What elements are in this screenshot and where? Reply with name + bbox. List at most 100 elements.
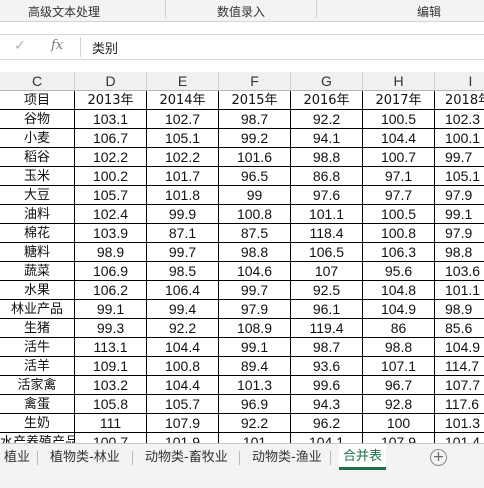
- sheet-tab-0[interactable]: 植业: [0, 444, 34, 472]
- value-cell[interactable]: 99.1: [219, 338, 291, 357]
- column-header-f[interactable]: F: [219, 72, 291, 91]
- value-cell[interactable]: 99.1: [435, 205, 484, 224]
- check-icon[interactable]: ✓: [14, 38, 26, 54]
- value-cell[interactable]: 102.7: [147, 110, 219, 129]
- value-cell[interactable]: 104.4: [147, 376, 219, 395]
- item-label-cell[interactable]: 生猪: [0, 319, 75, 338]
- value-cell[interactable]: 97.6: [291, 186, 363, 205]
- item-label-cell[interactable]: 活家禽: [0, 376, 75, 395]
- value-cell[interactable]: 104.9: [435, 338, 484, 357]
- header-cell[interactable]: 2017年: [363, 91, 435, 110]
- value-cell[interactable]: 117.6: [435, 395, 484, 414]
- ribbon-group-edit[interactable]: 编辑: [370, 0, 484, 21]
- value-cell[interactable]: 97.9: [435, 224, 484, 243]
- value-cell[interactable]: 97.9: [219, 300, 291, 319]
- value-cell[interactable]: 99.6: [291, 376, 363, 395]
- column-header-h[interactable]: H: [363, 72, 435, 91]
- value-cell[interactable]: 100: [363, 414, 435, 433]
- value-cell[interactable]: 96.9: [219, 395, 291, 414]
- value-cell[interactable]: 98.9: [75, 243, 147, 262]
- value-cell[interactable]: 100.5: [363, 110, 435, 129]
- value-cell[interactable]: 101.1: [435, 281, 484, 300]
- value-cell[interactable]: 106.9: [75, 262, 147, 281]
- value-cell[interactable]: 101.6: [219, 148, 291, 167]
- item-label-cell[interactable]: 活羊: [0, 357, 75, 376]
- value-cell[interactable]: 99.7: [435, 148, 484, 167]
- value-cell[interactable]: 107.9: [363, 433, 435, 443]
- value-cell[interactable]: 118.4: [291, 224, 363, 243]
- item-label-cell[interactable]: 蔬菜: [0, 262, 75, 281]
- value-cell[interactable]: 99.3: [75, 319, 147, 338]
- value-cell[interactable]: 98.8: [219, 243, 291, 262]
- value-cell[interactable]: 111: [75, 414, 147, 433]
- item-label-cell[interactable]: 大豆: [0, 186, 75, 205]
- item-label-cell[interactable]: 生奶: [0, 414, 75, 433]
- value-cell[interactable]: 98.8: [291, 148, 363, 167]
- value-cell[interactable]: 101.9: [147, 433, 219, 443]
- value-cell[interactable]: 104.4: [363, 129, 435, 148]
- value-cell[interactable]: 96.5: [219, 167, 291, 186]
- column-header-d[interactable]: D: [75, 72, 147, 91]
- value-cell[interactable]: 100.7: [75, 433, 147, 443]
- value-cell[interactable]: 100.1: [435, 129, 484, 148]
- value-cell[interactable]: 99.7: [219, 281, 291, 300]
- value-cell[interactable]: 101.3: [435, 414, 484, 433]
- value-cell[interactable]: 107: [291, 262, 363, 281]
- value-cell[interactable]: 99.7: [147, 243, 219, 262]
- value-cell[interactable]: 96.1: [291, 300, 363, 319]
- header-cell[interactable]: 2014年: [147, 91, 219, 110]
- value-cell[interactable]: 97.7: [363, 186, 435, 205]
- header-cell[interactable]: 2018年: [435, 91, 484, 110]
- value-cell[interactable]: 101.8: [147, 186, 219, 205]
- value-cell[interactable]: 103.9: [75, 224, 147, 243]
- value-cell[interactable]: 94.1: [291, 129, 363, 148]
- value-cell[interactable]: 105.8: [75, 395, 147, 414]
- value-cell[interactable]: 104.8: [363, 281, 435, 300]
- value-cell[interactable]: 105.1: [435, 167, 484, 186]
- value-cell[interactable]: 97.9: [435, 186, 484, 205]
- value-cell[interactable]: 107.1: [363, 357, 435, 376]
- sheet-tab-1[interactable]: 植物类-林业: [46, 444, 124, 472]
- value-cell[interactable]: 92.2: [219, 414, 291, 433]
- ribbon-group-numeric-entry[interactable]: 数值录入: [166, 0, 316, 21]
- value-cell[interactable]: 97.1: [363, 167, 435, 186]
- value-cell[interactable]: 96.7: [363, 376, 435, 395]
- value-cell[interactable]: 106.5: [291, 243, 363, 262]
- value-cell[interactable]: 106.4: [147, 281, 219, 300]
- value-cell[interactable]: 109.1: [75, 357, 147, 376]
- value-cell[interactable]: 92.2: [291, 110, 363, 129]
- value-cell[interactable]: 104.9: [363, 300, 435, 319]
- spreadsheet-grid[interactable]: CDEFGHI项目2013年2014年2015年2016年2017年2018年谷…: [0, 72, 484, 443]
- value-cell[interactable]: 102.4: [75, 205, 147, 224]
- value-cell[interactable]: 119.4: [291, 319, 363, 338]
- value-cell[interactable]: 92.8: [363, 395, 435, 414]
- value-cell[interactable]: 99.2: [219, 129, 291, 148]
- value-cell[interactable]: 107.9: [147, 414, 219, 433]
- item-label-cell[interactable]: 水产养殖产品: [0, 433, 75, 443]
- value-cell[interactable]: 103.2: [75, 376, 147, 395]
- value-cell[interactable]: 107.7: [435, 376, 484, 395]
- item-label-cell[interactable]: 林业产品: [0, 300, 75, 319]
- value-cell[interactable]: 100.8: [219, 205, 291, 224]
- value-cell[interactable]: 86.8: [291, 167, 363, 186]
- value-cell[interactable]: 92.2: [147, 319, 219, 338]
- fx-icon[interactable]: fx: [51, 38, 63, 53]
- value-cell[interactable]: 101.7: [147, 167, 219, 186]
- value-cell[interactable]: 98.8: [435, 243, 484, 262]
- value-cell[interactable]: 100.2: [75, 167, 147, 186]
- value-cell[interactable]: 95.6: [363, 262, 435, 281]
- item-label-cell[interactable]: 水果: [0, 281, 75, 300]
- value-cell[interactable]: 105.1: [147, 129, 219, 148]
- formula-input[interactable]: 类别: [92, 38, 118, 57]
- column-header-g[interactable]: G: [291, 72, 363, 91]
- item-label-cell[interactable]: 糖料: [0, 243, 75, 262]
- value-cell[interactable]: 103.1: [75, 110, 147, 129]
- value-cell[interactable]: 99.4: [147, 300, 219, 319]
- column-header-i[interactable]: I: [435, 72, 484, 91]
- ribbon-group-text-processing[interactable]: 高级文本处理: [0, 0, 128, 21]
- value-cell[interactable]: 101.4: [435, 433, 484, 443]
- value-cell[interactable]: 102.3: [435, 110, 484, 129]
- value-cell[interactable]: 98.8: [363, 338, 435, 357]
- value-cell[interactable]: 103.6: [435, 262, 484, 281]
- item-label-cell[interactable]: 油料: [0, 205, 75, 224]
